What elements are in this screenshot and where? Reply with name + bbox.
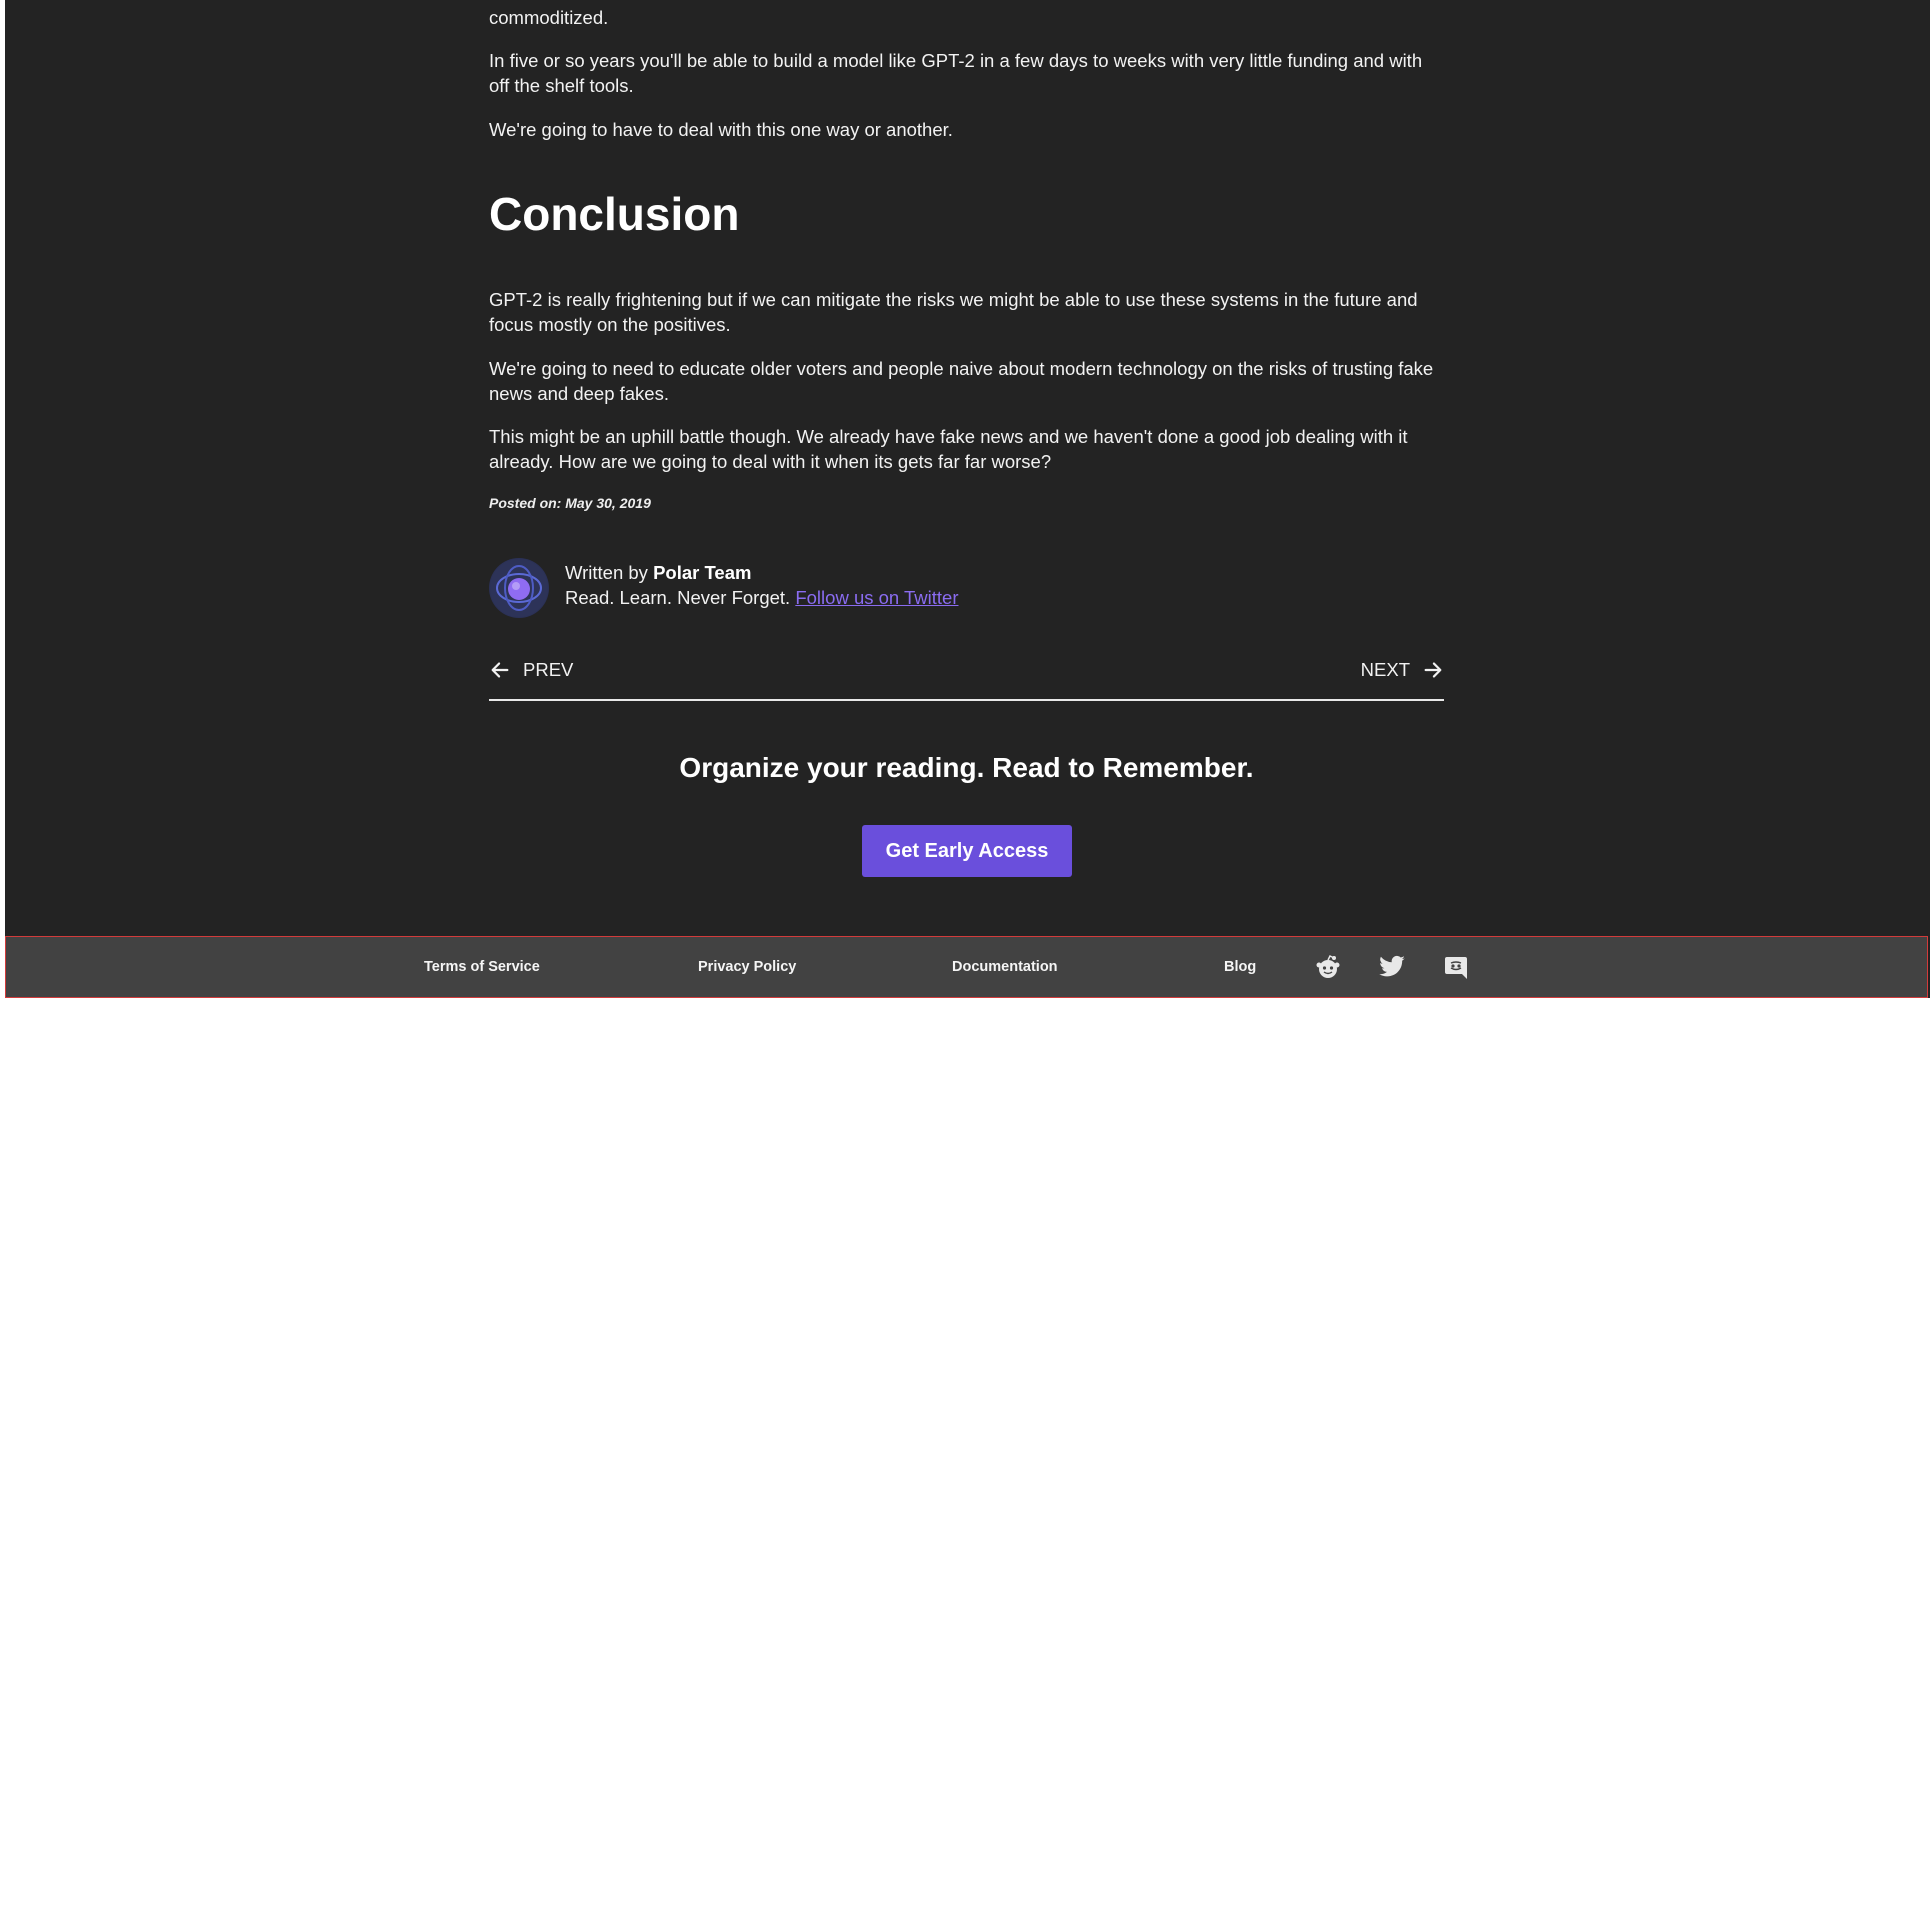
section-heading: Conclusion xyxy=(489,188,740,240)
author-motto-line: Read. Learn. Never Forget. Follow us on … xyxy=(565,587,958,609)
polar-logo-icon xyxy=(490,559,548,617)
author-box: Written by Polar Team Read. Learn. Never… xyxy=(489,556,1444,620)
next-button[interactable]: NEXT xyxy=(1361,659,1444,681)
next-label: NEXT xyxy=(1360,659,1410,680)
footer-link-documentation[interactable]: Documentation xyxy=(952,959,1058,975)
posted-label: Posted on: xyxy=(489,495,562,511)
article-paragraph: commoditized. xyxy=(489,7,609,28)
written-by-label: Written by xyxy=(565,562,648,583)
post-pager: PREV NEXT xyxy=(489,655,1444,701)
arrow-right-icon xyxy=(1424,662,1442,678)
author-motto: Read. Learn. Never Forget. xyxy=(565,587,791,608)
posted-on: Posted on: May 30, 2019 xyxy=(489,495,651,511)
conclusion-paragraph: We're going to need to educate older vot… xyxy=(489,358,1434,404)
article-paragraph: We're going to have to deal with this on… xyxy=(489,119,953,140)
conclusion-paragraph: GPT-2 is really frightening but if we ca… xyxy=(489,289,1418,335)
site-footer: Terms of Service Privacy Policy Document… xyxy=(5,936,1928,998)
discord-icon[interactable] xyxy=(1442,953,1470,981)
article-paragraph: In five or so years you'll be able to bu… xyxy=(489,50,1423,96)
arrow-left-icon xyxy=(491,662,509,678)
twitter-icon[interactable] xyxy=(1378,953,1406,981)
footer-link-terms[interactable]: Terms of Service xyxy=(424,959,540,975)
author-name: Polar Team xyxy=(653,562,752,583)
prev-label: PREV xyxy=(523,659,574,680)
footer-link-blog[interactable]: Blog xyxy=(1224,959,1256,975)
avatar xyxy=(489,558,549,618)
posted-date: May 30, 2019 xyxy=(565,495,651,511)
prev-button[interactable]: PREV xyxy=(489,659,573,681)
cta-tagline: Organize your reading. Read to Remember. xyxy=(679,752,1254,783)
footer-link-privacy[interactable]: Privacy Policy xyxy=(698,959,796,975)
follow-twitter-link[interactable]: Follow us on Twitter xyxy=(795,587,958,608)
conclusion-paragraph: This might be an uphill battle though. W… xyxy=(489,426,1408,472)
get-early-access-button[interactable]: Get Early Access xyxy=(862,825,1072,877)
reddit-icon[interactable] xyxy=(1314,953,1342,981)
author-byline: Written by Polar Team xyxy=(565,562,751,584)
